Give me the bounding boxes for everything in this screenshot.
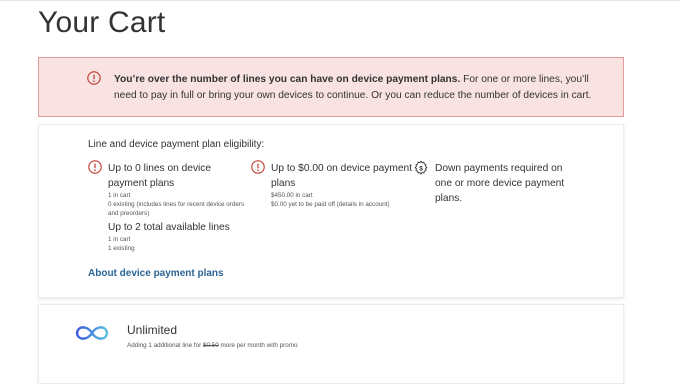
warning-icon (251, 160, 265, 179)
plan-description-suffix: more per month with promo (218, 342, 298, 349)
plan-card: Unlimited Adding 1 additional line for $… (38, 304, 624, 384)
total-lines-heading: Up to 2 total available lines (108, 222, 230, 233)
eligibility-title: Line and device payment plan eligibility… (88, 139, 265, 150)
top-divider (0, 0, 680, 1)
alert-icon (87, 71, 101, 90)
alert-message: You’re over the number of lines you can … (114, 72, 614, 104)
amount-limit-text: Up to $0.00 on device payment plans $450… (271, 161, 416, 209)
amount-yet-to-pay: $0.00 yet to be paid off (details in acc… (271, 201, 390, 208)
amount-in-cart: $450.00 in cart (271, 192, 313, 199)
page-title: Your Cart (38, 6, 166, 39)
amount-limit-heading: Up to $0.00 on device payment plans (271, 163, 413, 189)
plan-original-price: $0.50 (202, 342, 219, 349)
money-gear-icon: $ (413, 160, 429, 181)
line-limit-heading: Up to 0 lines on device payment plans (108, 163, 212, 189)
down-payment-text: Down payments required on one or more de… (435, 163, 565, 204)
plan-description-prefix: Adding 1 additional line for (127, 342, 203, 349)
warning-icon (88, 160, 102, 179)
plan-description: Adding 1 additional line for $0.50 more … (127, 342, 297, 349)
svg-text:$: $ (419, 165, 423, 172)
plan-name: Unlimited (127, 323, 178, 337)
line-limit-existing: 0 existing (includes lines for recent de… (108, 201, 245, 217)
total-lines-in-cart: 1 in cart (108, 236, 131, 243)
infinity-icon (72, 322, 112, 349)
line-limit-in-cart: 1 in cart (108, 192, 131, 199)
alert-message-bold: You’re over the number of lines you can … (114, 74, 461, 85)
about-device-payment-plans-link[interactable]: About device payment plans (88, 268, 224, 279)
line-limit-text: Up to 0 lines on device payment plans 1 … (108, 161, 248, 253)
over-limit-alert: You’re over the number of lines you can … (38, 57, 624, 117)
eligibility-card: Line and device payment plan eligibility… (38, 124, 624, 298)
total-lines-existing: 1 existing (108, 245, 135, 252)
